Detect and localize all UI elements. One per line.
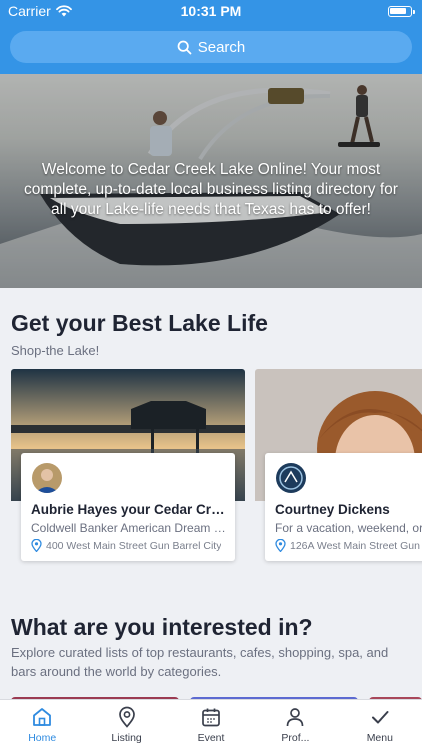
tab-menu[interactable]: Menu <box>338 700 422 750</box>
section-title-interests: What are you interested in? <box>11 614 313 640</box>
user-icon <box>287 708 304 727</box>
card-title: Aubrie Hayes your Cedar Creek Lake Realt… <box>31 502 227 517</box>
card-title: Courtney Dickens <box>275 502 390 517</box>
card-info: Courtney Dickens For a vacation, weekend… <box>265 453 422 561</box>
card-description: Coldwell Banker American Dream Realty <box>31 521 227 535</box>
hero-banner[interactable]: Welcome to Cedar Creek Lake Online! Your… <box>0 74 422 288</box>
calendar-icon <box>202 708 220 727</box>
search-icon <box>177 40 192 54</box>
listing-card[interactable]: Aubrie Hayes your Cedar Creek Lake Realt… <box>11 369 245 567</box>
app-header: Carrier 10:31 PM Search <box>0 0 422 74</box>
tab-listing[interactable]: Listing <box>84 700 168 750</box>
card-address-text: 126A West Main Street Gun Barrel City <box>290 539 422 552</box>
tab-label: Event <box>197 732 225 744</box>
card-address: 126A West Main Street Gun Barrel City <box>275 539 422 552</box>
location-pin-icon <box>118 706 135 728</box>
battery-icon <box>388 6 415 17</box>
status-time: 10:31 PM <box>180 3 242 19</box>
card-address: 400 West Main Street Gun Barrel City <box>31 539 231 552</box>
tab-label: Prof... <box>281 732 310 744</box>
search-label: Search <box>197 38 246 56</box>
tab-label: Listing <box>111 732 142 744</box>
listing-card[interactable]: Courtney Dickens For a vacation, weekend… <box>255 369 422 567</box>
checkmark-icon <box>371 711 389 724</box>
avatar <box>32 463 62 493</box>
tab-bar: Home Listing Event Prof... Menu <box>0 699 422 750</box>
section-title-best-lake-life: Get your Best Lake Life <box>11 310 268 336</box>
home-icon <box>33 708 52 726</box>
section-subtitle-shop-the-lake: Shop-the Lake! <box>11 343 100 358</box>
search-button[interactable]: Search <box>10 31 412 63</box>
tab-label: Home <box>28 732 57 744</box>
card-info: Aubrie Hayes your Cedar Creek Lake Realt… <box>21 453 235 561</box>
battery-level <box>390 8 406 14</box>
tab-home[interactable]: Home <box>0 700 84 750</box>
tab-profile[interactable]: Prof... <box>253 700 337 750</box>
tab-event[interactable]: Event <box>169 700 253 750</box>
status-bar: Carrier 10:31 PM <box>0 0 422 24</box>
tab-label: Menu <box>366 732 393 744</box>
section-subtitle-interests: Explore curated lists of top restaurants… <box>11 645 389 679</box>
location-pin-icon <box>31 539 42 552</box>
avatar <box>276 463 306 493</box>
card-description: For a vacation, weekend, or a lifetime <box>275 521 422 535</box>
hero-text: Welcome to Cedar Creek Lake Online! Your… <box>24 161 398 218</box>
card-address-text: 400 West Main Street Gun Barrel City <box>46 539 222 552</box>
location-pin-icon <box>275 539 286 552</box>
